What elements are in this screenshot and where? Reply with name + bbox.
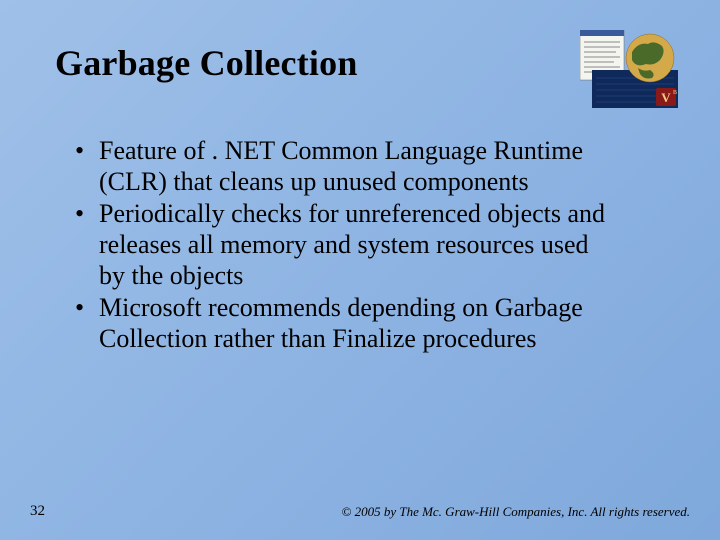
bullet-item: Microsoft recommends depending on Garbag… <box>79 293 615 354</box>
bullet-list: Feature of . NET Common Language Runtime… <box>55 136 615 355</box>
copyright: © 2005 by The Mc. Graw-Hill Companies, I… <box>341 504 690 520</box>
page-number: 32 <box>30 503 45 520</box>
slide: Garbage Collection <box>0 0 720 540</box>
corner-graphic: V B <box>580 30 678 108</box>
bullet-item: Periodically checks for unreferenced obj… <box>79 199 615 291</box>
svg-text:V: V <box>661 90 671 105</box>
globe-computer-icon: V B <box>580 30 678 108</box>
svg-text:B: B <box>673 90 677 96</box>
bullet-item: Feature of . NET Common Language Runtime… <box>79 136 615 197</box>
slide-title: Garbage Collection <box>55 42 670 84</box>
